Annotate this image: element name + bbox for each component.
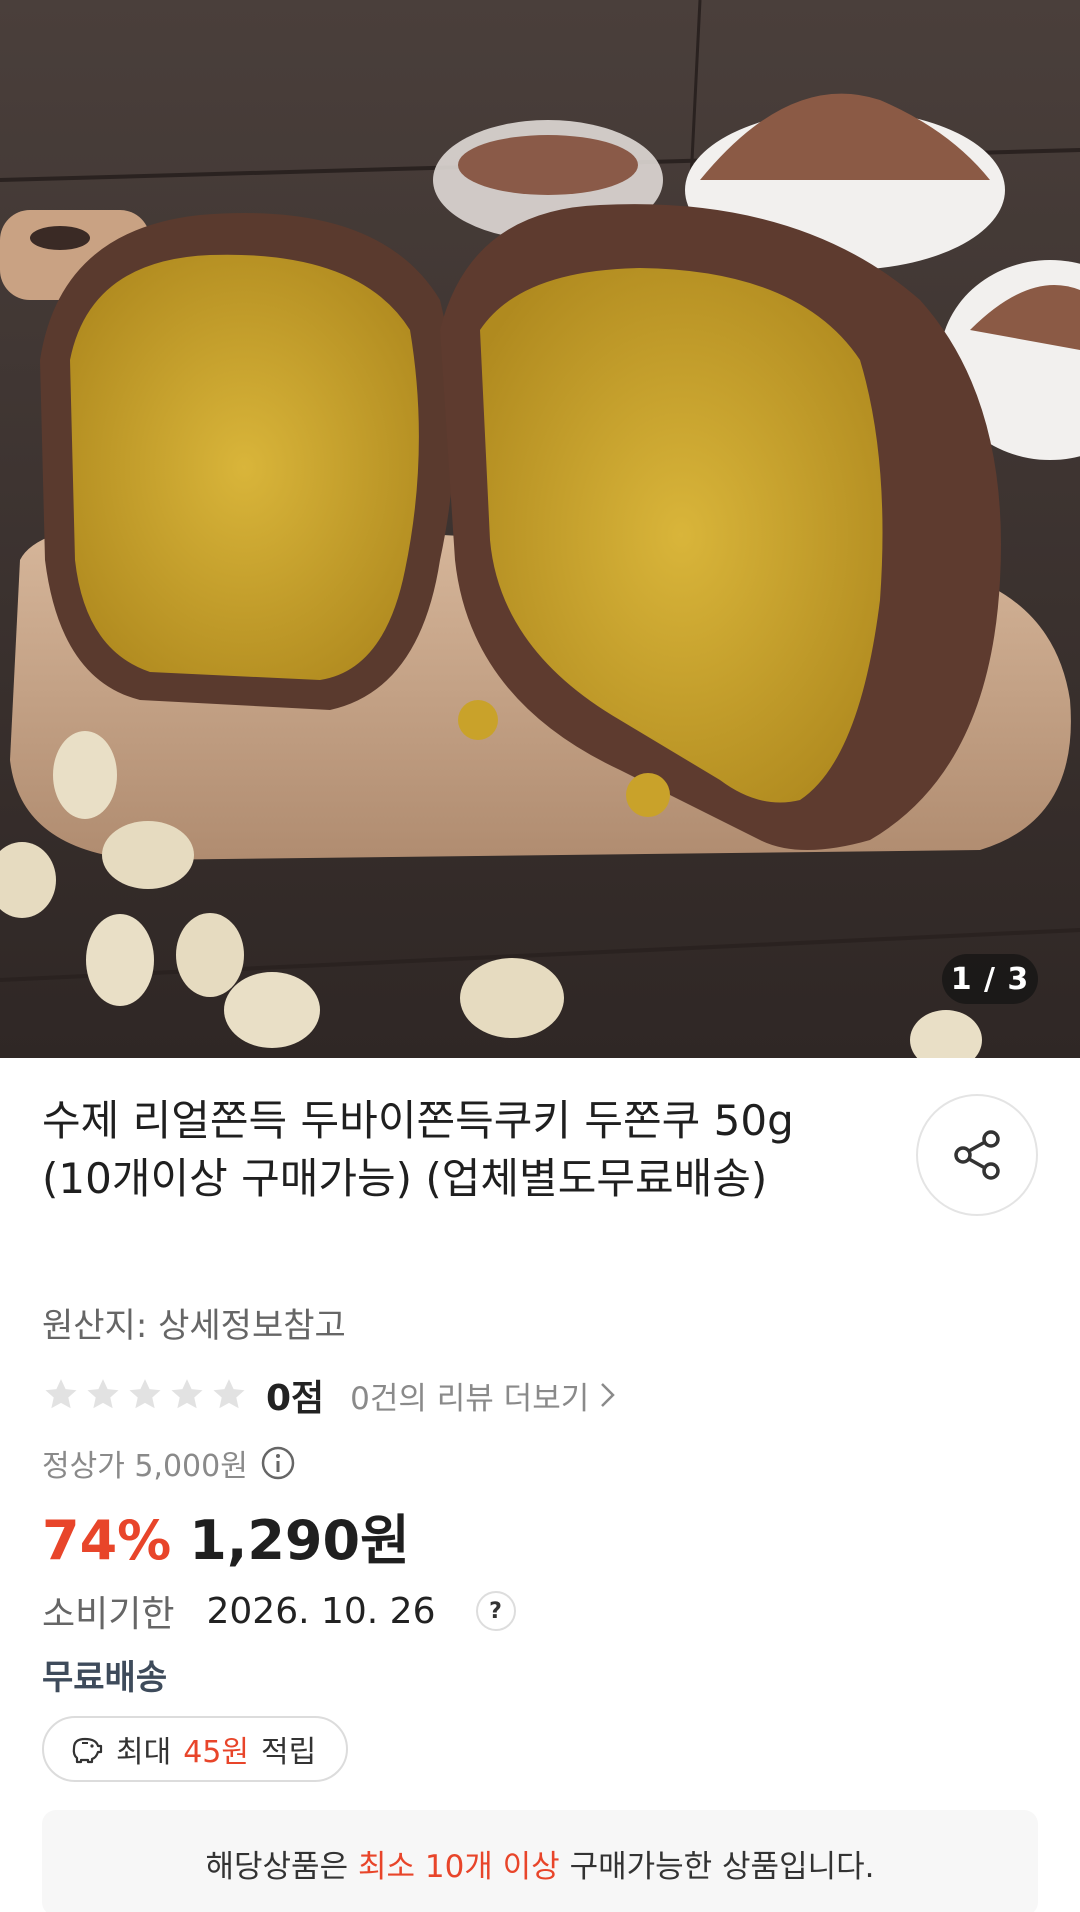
regular-price: 정상가 5,000원	[42, 1449, 248, 1484]
rating-row: 0점 0건의 리뷰 더보기	[42, 1370, 617, 1420]
minimum-order-notice: 해당상품은 최소 10개 이상 구매가능한 상품입니다.	[42, 1810, 1038, 1912]
origin-info: 원산지: 상세정보참고	[42, 1306, 346, 1346]
expiry-row: 소비기한 2026. 10. 26 ?	[42, 1586, 516, 1636]
points-prefix: 최대	[116, 1735, 172, 1770]
notice-after: 구매가능한 상품입니다.	[569, 1848, 875, 1885]
share-button[interactable]	[916, 1094, 1038, 1216]
regular-price-row: 정상가 5,000원	[42, 1440, 296, 1486]
free-shipping-label: 무료배송	[42, 1658, 168, 1698]
image-page-indicator: 1 / 3	[942, 954, 1038, 1004]
product-title: 수제 리얼쫀득 두바이쫀득쿠키 두쫀쿠 50g (10개이상 구매가능) (업체…	[42, 1096, 794, 1203]
discount-rate: 74%	[42, 1509, 172, 1572]
points-chip: 최대 45원 적립	[42, 1716, 349, 1782]
question-icon[interactable]: ?	[475, 1591, 516, 1631]
star-icon	[129, 1379, 161, 1409]
price-row: 74% 1,290원	[42, 1496, 410, 1575]
notice-before: 해당상품은	[205, 1848, 349, 1885]
star-icon	[87, 1379, 119, 1409]
chevron-right-icon	[601, 1383, 616, 1407]
share-icon	[954, 1130, 1000, 1180]
star-icon	[45, 1379, 77, 1409]
expiry-date: 2026. 10. 26	[206, 1590, 436, 1632]
review-more-link[interactable]: 0건의 리뷰 더보기	[350, 1373, 617, 1418]
expiry-label: 소비기한	[42, 1594, 175, 1635]
piggy-bank-icon	[72, 1737, 103, 1764]
review-more-label: 0건의 리뷰 더보기	[350, 1380, 590, 1417]
points-amount: 45원	[183, 1735, 249, 1770]
star-icon	[171, 1379, 203, 1409]
sale-price: 1,290원	[189, 1509, 410, 1572]
rating-stars	[42, 1376, 248, 1414]
product-image[interactable]: 1 / 3	[0, 0, 1080, 1058]
product-photo-illustration	[0, 0, 1080, 1058]
rating-score: 0점	[266, 1378, 325, 1419]
points-suffix: 적립	[260, 1735, 317, 1770]
notice-highlight: 최소 10개 이상	[357, 1848, 560, 1885]
star-icon	[213, 1379, 245, 1409]
info-icon[interactable]	[260, 1445, 296, 1481]
